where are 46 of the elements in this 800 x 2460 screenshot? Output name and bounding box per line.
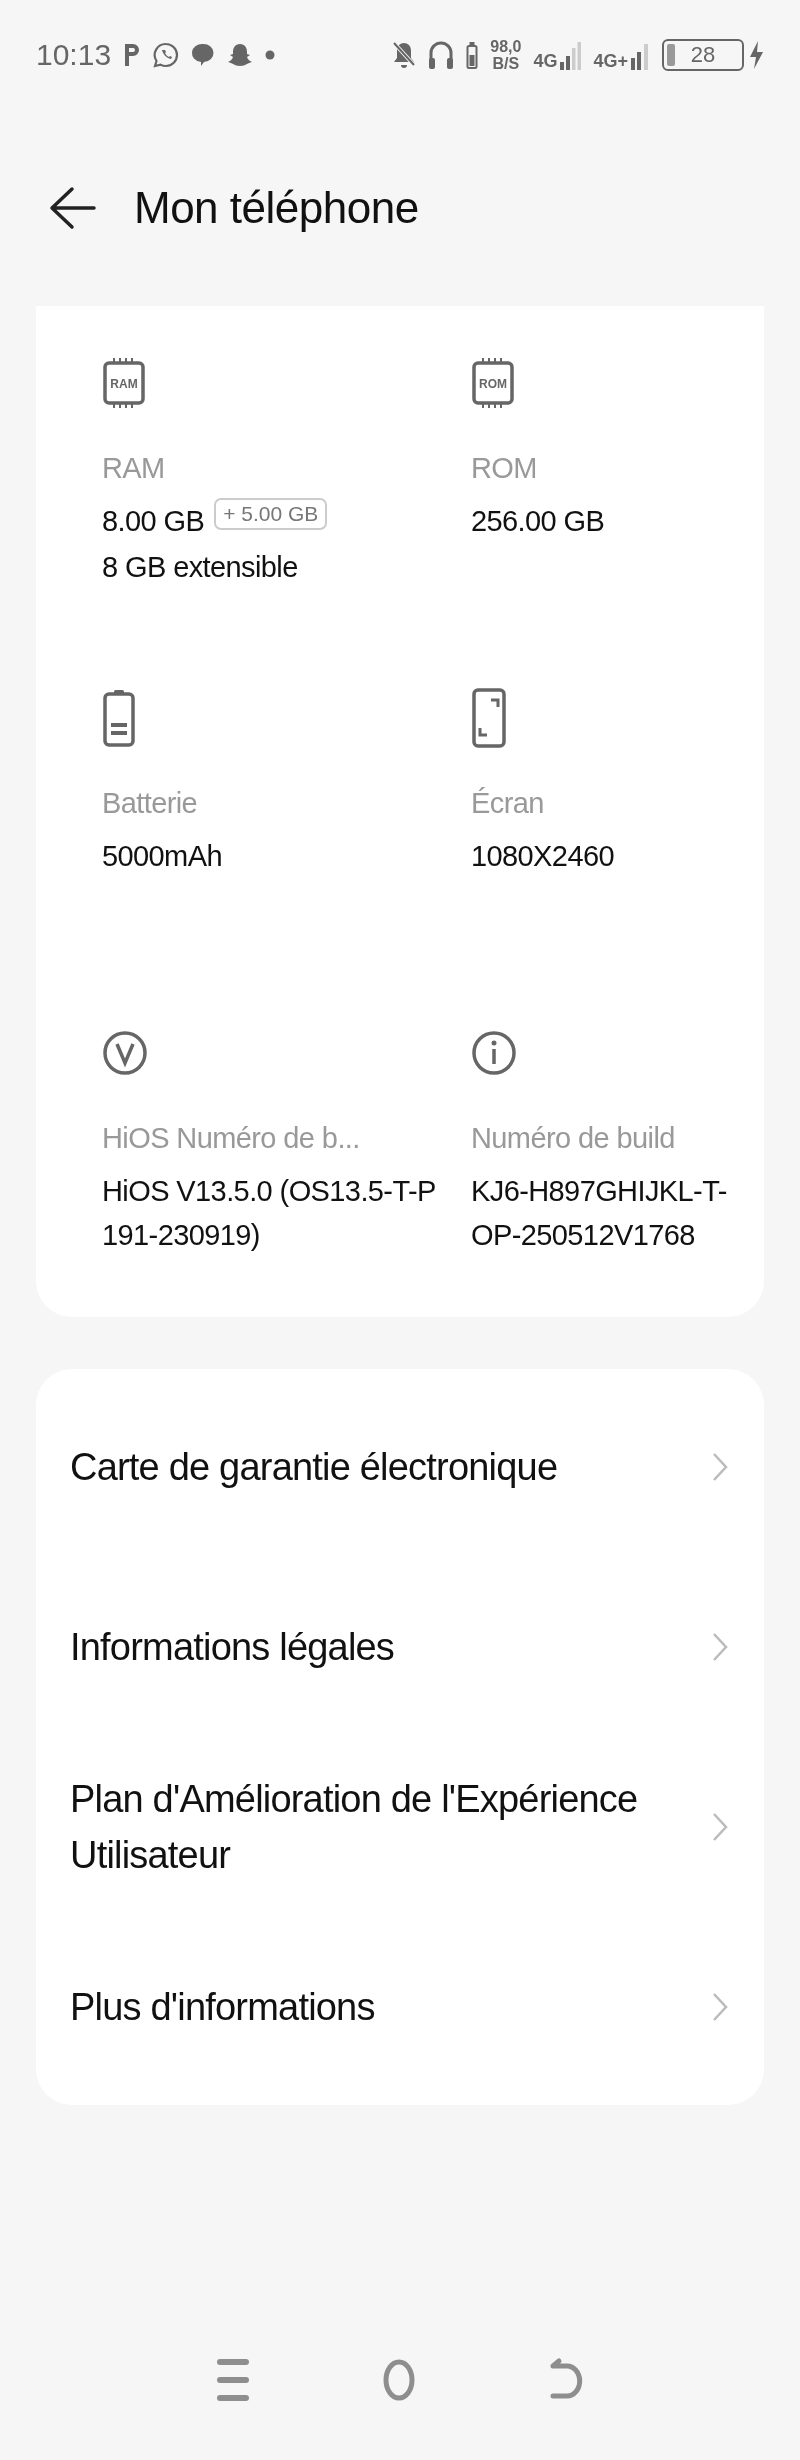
back-button[interactable]: [48, 186, 98, 230]
bell-muted-icon: [392, 40, 417, 70]
menu-button[interactable]: [216, 2358, 249, 2402]
spec-value: HiOS V13.5.0 (OS13.5-T-P191-230919): [102, 1174, 437, 1253]
chat-bubble-icon: [153, 42, 180, 68]
spec-value: 5000mAh: [102, 839, 223, 874]
page-title: Mon téléphone: [134, 183, 419, 233]
extension-badge: + 5.00 GB: [214, 498, 328, 530]
network-type: 4G: [533, 52, 558, 70]
home-button[interactable]: [382, 2358, 416, 2402]
message-icon: [191, 42, 216, 68]
dot-icon: [265, 50, 276, 60]
menu-item[interactable]: Informations légales: [36, 1557, 764, 1737]
spec-label: HiOS Numéro de b...: [102, 1122, 361, 1155]
spec-value: 1080X2460: [471, 839, 615, 874]
v-circle-icon: [102, 1030, 148, 1076]
phone-screen-icon: [471, 688, 507, 748]
spec-value: 8.00 GB: [102, 504, 205, 539]
spec-note: 8 GB extensible: [102, 551, 299, 584]
ghost-icon: [227, 42, 254, 68]
spec-label: RAM: [102, 452, 166, 485]
chevron-icon: [712, 1632, 728, 1662]
battery-icon: [102, 689, 136, 747]
chevron-icon: [712, 1812, 728, 1842]
clock-time: 10:13: [36, 38, 112, 72]
menu-item[interactable]: Plus d'informations: [36, 1917, 764, 2097]
battery-indicator: 28: [662, 39, 744, 71]
spec-label: Numéro de build: [471, 1122, 676, 1155]
network-speed-unit: B/S: [492, 55, 520, 72]
menu-item[interactable]: Plan d'Amélioration de l'Expérience Utilisateur: [36, 1737, 764, 1917]
spec-label: ROM: [471, 452, 538, 485]
menu-item[interactable]: Carte de garantie électronique: [36, 1377, 764, 1557]
spec-label: Batterie: [102, 787, 199, 820]
headphones-icon: [428, 39, 455, 71]
info-icon: [471, 1030, 517, 1076]
spec-value: 256.00 GB: [471, 504, 606, 539]
network-type: 4G+: [593, 52, 628, 70]
spec-label: Écran: [471, 787, 545, 820]
network-speed: 98,0: [490, 38, 522, 55]
parking-icon: [123, 42, 142, 68]
chevron-icon: [712, 1452, 728, 1482]
small-battery-icon: [466, 40, 479, 70]
spec-value: KJ6-H897GHIJKL-T-OP-250512V1768: [471, 1174, 728, 1253]
charging-bolt-icon: [748, 40, 764, 70]
signal-icon: [559, 40, 582, 70]
chevron-icon: [712, 1992, 728, 2022]
